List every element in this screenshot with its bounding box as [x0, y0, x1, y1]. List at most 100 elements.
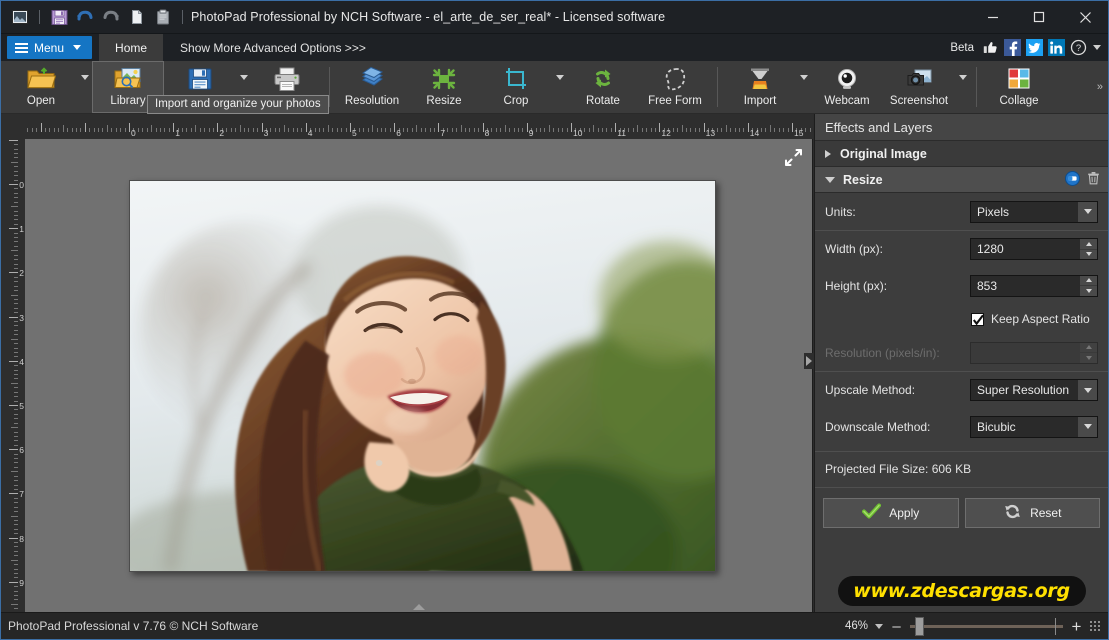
maximize-button[interactable]	[1016, 1, 1062, 33]
apply-button[interactable]: Apply	[823, 498, 959, 528]
width-stepper-up[interactable]	[1080, 239, 1097, 250]
twitter-icon[interactable]	[1026, 39, 1043, 56]
copy-icon[interactable]	[125, 5, 149, 29]
zoom-out-button[interactable]: –	[890, 619, 903, 634]
minimize-button[interactable]	[970, 1, 1016, 33]
ruler-tick	[14, 378, 18, 380]
delete-layer-icon[interactable]	[1087, 171, 1100, 188]
ruler-tick	[102, 128, 104, 132]
scroll-up-triangle-icon[interactable]	[412, 604, 425, 610]
ruler-tick	[606, 128, 608, 132]
ruler-tick	[681, 125, 683, 132]
ribbon-button-webcam[interactable]: Webcam	[811, 61, 883, 113]
width-input[interactable]: 1280	[970, 238, 1098, 260]
ruler-tick	[14, 577, 18, 579]
units-dropdown-button[interactable]	[1078, 201, 1097, 222]
ribbon-button-import[interactable]: Import	[724, 61, 796, 113]
zoom-slider[interactable]	[910, 616, 1063, 636]
ribbon-button-collage[interactable]: Collage	[983, 61, 1055, 113]
ruler-tick	[9, 449, 18, 451]
show-advanced-options-link[interactable]: Show More Advanced Options >>>	[168, 34, 378, 61]
zoom-level[interactable]: 46%	[845, 620, 868, 632]
vertical-ruler[interactable]: 0 1 2 3 4 5 6 7 8 9	[1, 139, 25, 612]
keep-aspect-ratio-checkbox[interactable]	[971, 312, 984, 326]
label-resolution: Resolution (pixels/in):	[825, 345, 940, 360]
image-canvas[interactable]	[25, 139, 813, 612]
resize-grip-icon[interactable]	[1090, 621, 1102, 631]
ruler-tick	[14, 533, 18, 535]
collapse-panel-button[interactable]	[804, 353, 813, 369]
ruler-tick	[394, 123, 396, 132]
ribbon-button-crop[interactable]: Crop	[480, 61, 552, 113]
ruler-tick	[14, 365, 18, 367]
ruler-tick	[14, 431, 18, 433]
field-keep-aspect-ratio[interactable]: Keep Aspect Ratio	[815, 304, 1108, 334]
photo-preview[interactable]	[129, 180, 716, 572]
ribbon-button-screenshot[interactable]: Screenshot	[883, 61, 955, 113]
menu-button[interactable]: Menu	[7, 36, 93, 59]
ruler-tick	[389, 128, 391, 132]
ruler-tick	[495, 128, 497, 132]
ribbon-button-resize[interactable]: Resize	[408, 61, 480, 113]
zoom-in-button[interactable]: +	[1070, 618, 1083, 635]
downscale-dropdown-button[interactable]	[1078, 416, 1097, 437]
ruler-tick	[14, 542, 18, 544]
ruler-tick	[186, 128, 188, 132]
ribbon-button-free-form[interactable]: Free Form	[639, 61, 711, 113]
ribbon-button-rotate[interactable]: Rotate	[567, 61, 639, 113]
ruler-tick	[124, 128, 126, 132]
visibility-toggle-icon[interactable]	[1065, 170, 1080, 189]
redo-icon[interactable]	[99, 5, 123, 29]
open-dropdown-arrow[interactable]	[77, 61, 92, 113]
tab-home[interactable]: Home	[99, 34, 164, 61]
ruler-tick	[14, 524, 18, 526]
screenshot-dropdown-arrow[interactable]	[955, 61, 970, 113]
linkedin-icon[interactable]	[1048, 39, 1065, 56]
crop-dropdown-arrow[interactable]	[552, 61, 567, 113]
undo-icon[interactable]	[73, 5, 97, 29]
height-stepper-up[interactable]	[1080, 276, 1097, 286]
section-resize[interactable]: Resize	[815, 167, 1108, 193]
chevron-down-icon	[825, 176, 835, 183]
height-stepper[interactable]	[1080, 275, 1097, 296]
ruler-tick	[14, 157, 18, 159]
ruler-tick	[182, 128, 184, 132]
ruler-label: 3	[263, 128, 269, 138]
save-icon[interactable]	[47, 5, 71, 29]
ruler-tick	[11, 206, 18, 208]
height-input-wrap: 853	[970, 274, 1098, 297]
keep-aspect-ratio-label: Keep Aspect Ratio	[991, 312, 1090, 326]
ruler-tick	[14, 458, 18, 460]
ribbon-overflow-button[interactable]: »	[1097, 61, 1108, 113]
ribbon-button-resolution[interactable]: Resolution	[336, 61, 408, 113]
thumbs-up-icon[interactable]	[982, 39, 999, 56]
zoom-slider-handle[interactable]	[915, 616, 924, 636]
width-stepper-down[interactable]	[1080, 250, 1097, 260]
paste-icon[interactable]	[151, 5, 175, 29]
zoom-chevron-down-icon[interactable]	[875, 623, 883, 629]
chevron-down-icon	[1083, 424, 1092, 429]
import-dropdown-arrow[interactable]	[796, 61, 811, 113]
help-icon[interactable]: ?	[1070, 39, 1087, 56]
height-stepper-down[interactable]	[1080, 286, 1097, 296]
reset-button[interactable]: Reset	[964, 498, 1100, 528]
photopad-app-icon[interactable]	[8, 5, 32, 29]
ruler-tick	[14, 409, 18, 411]
ruler-tick	[14, 267, 18, 269]
ruler-tick	[341, 128, 343, 132]
width-stepper[interactable]	[1080, 239, 1097, 259]
facebook-icon[interactable]	[1004, 39, 1021, 56]
horizontal-ruler[interactable]: 0 1 2 3 4 5 6 7 8 9 10 11 12 13 14 15	[25, 114, 813, 139]
height-input[interactable]: 853	[970, 274, 1098, 297]
ruler-tick	[14, 334, 18, 336]
ruler-tick	[809, 128, 811, 132]
expand-arrows-icon[interactable]	[785, 149, 802, 166]
upscale-dropdown-button[interactable]	[1078, 380, 1097, 400]
help-chevron-down-icon[interactable]	[1093, 45, 1101, 50]
ribbon-button-open[interactable]: Open	[5, 61, 77, 113]
ruler-tick	[14, 343, 18, 345]
ruler-tick	[14, 595, 18, 597]
section-original-image[interactable]: Original Image	[815, 141, 1108, 167]
ruler-tick	[14, 245, 18, 247]
close-button[interactable]	[1062, 1, 1108, 33]
